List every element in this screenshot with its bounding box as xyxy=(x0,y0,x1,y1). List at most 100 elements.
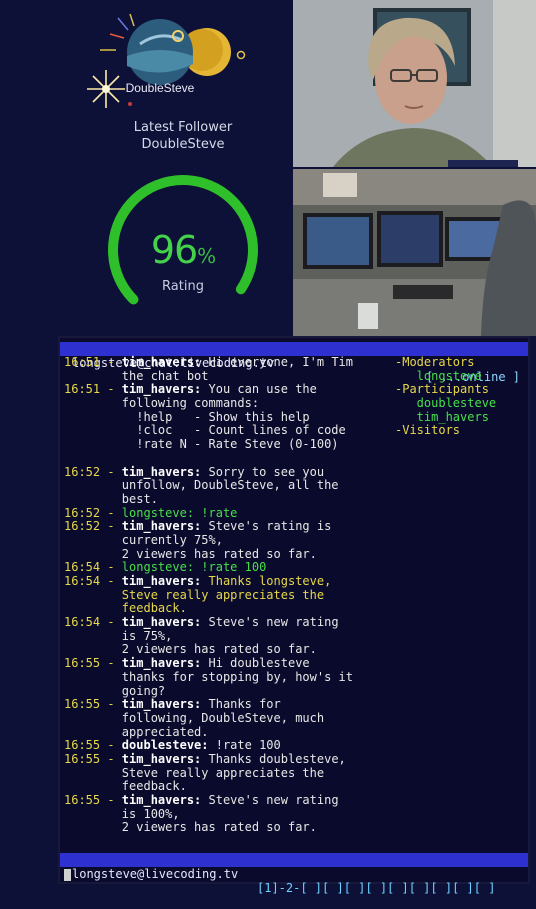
chat-message: 2 viewers has rated so far. xyxy=(64,546,317,561)
chat-line: appreciated. xyxy=(64,724,396,740)
chat-line: 2 viewers has rated so far. xyxy=(64,643,396,657)
chat-message: Steve's rating is xyxy=(201,519,332,534)
chat-line: is 100%, xyxy=(64,806,396,822)
chat-timestamp: 16:52 - xyxy=(64,519,122,534)
chat-timestamp: 16:54 - xyxy=(64,560,122,575)
chat-nick: tim_havers: xyxy=(121,355,202,369)
chat-timestamp: 16:55 - xyxy=(64,738,122,753)
chat-line: 2 viewers has rated so far. xyxy=(64,821,396,835)
chat-nick: tim_havers: xyxy=(121,519,202,534)
chat-line: 16:54 - longsteve: !rate 100 xyxy=(64,560,396,575)
chat-timestamp: 16:54 - xyxy=(64,615,122,630)
chat-message: !rate xyxy=(194,505,238,520)
latest-follower-name: DoubleSteve xyxy=(141,137,225,152)
chat-message: following, DoubleSteve, much xyxy=(64,710,325,725)
chat-line: 2 viewers has rated so far. xyxy=(64,546,396,562)
user-list-item[interactable]: doublesteve xyxy=(395,396,496,411)
chat-line: 16:51 - tim_havers: Hi everyone, I'm Tim xyxy=(64,355,396,370)
chat-message: unfollow, DoubleSteve, all the xyxy=(64,478,339,493)
chat-message: feedback. xyxy=(64,601,187,616)
chat-message: is 100%, xyxy=(64,806,180,821)
chat-timestamp: 16:51 - xyxy=(64,382,122,397)
chat-line: 16:51 - tim_havers: You can use the xyxy=(64,383,396,397)
stream-overlay: DoubleSteve Latest Follower DoubleSteve … xyxy=(0,0,293,336)
chat-nick: tim_havers: xyxy=(121,656,202,671)
user-list-item[interactable]: tim_havers xyxy=(395,410,496,425)
window-list[interactable]: [1]-2-[ ][ ][ ][ ][ ][ ][ ][ ][ ] xyxy=(257,881,495,895)
chat-timestamp: 16:55 - xyxy=(64,697,122,712)
chat-message: currently 75%, xyxy=(64,532,223,547)
chat-line: following, DoubleSteve, much xyxy=(64,710,396,726)
chat-line: 16:55 - tim_havers: Hi doublesteve xyxy=(64,656,396,671)
chat-message: feedback. xyxy=(64,779,187,794)
sun-moon-logo-icon: DoubleSteve xyxy=(87,13,246,108)
chat-nick: tim_havers: xyxy=(121,697,202,712)
chat-message: 2 viewers has rated so far. xyxy=(64,820,317,835)
rating-number: 96 xyxy=(150,228,198,272)
chat-line: !help - Show this help xyxy=(64,409,396,425)
user-list-item[interactable]: longsteve xyxy=(395,369,496,384)
chat-line xyxy=(64,452,396,466)
user-group-header: -Visitors xyxy=(395,423,461,438)
chat-timestamp: 16:52 - xyxy=(64,464,122,479)
input-cursor[interactable] xyxy=(64,869,71,881)
terminal-status-bar: longsteve@livecoding.tv [1]-2-[ ][ ][ ][… xyxy=(60,853,528,895)
chat-timestamp: 16:55 - xyxy=(64,793,122,807)
chat-line: 16:55 - tim_havers: Thanks doublesteve, xyxy=(64,751,396,767)
chat-line: feedback. xyxy=(64,779,396,794)
chat-message: !help - Show this help xyxy=(64,409,310,424)
chat-log: 16:51 - tim_havers: Hi everyone, I'm Tim… xyxy=(64,355,396,835)
chat-line: 16:54 - tim_havers: Thanks longsteve, xyxy=(64,574,396,589)
rating-percent-sign: % xyxy=(197,244,216,268)
webcam-desk-view xyxy=(293,169,536,336)
chat-line: 16:52 - longsteve: !rate xyxy=(64,505,396,521)
chat-message: Steve really appreciates the xyxy=(64,587,325,602)
chat-nick: tim_havers: xyxy=(121,574,202,588)
chat-nick: tim_havers: xyxy=(121,615,202,630)
chat-message: !rate 100 xyxy=(194,560,267,575)
chat-line: feedback. xyxy=(64,602,396,616)
chat-line: best. xyxy=(64,491,396,507)
chat-line: going? xyxy=(64,684,396,699)
chat-message: You can use the xyxy=(201,382,317,397)
terminal-topic-bar: longsteve@chat.livecoding.tv [ ...online… xyxy=(60,342,528,384)
chat-line: 16:55 - doublesteve: !rate 100 xyxy=(64,738,396,753)
chat-message: Hi everyone, I'm Tim xyxy=(201,355,354,369)
chat-line: Steve really appreciates the xyxy=(64,765,396,781)
chat-line: following commands: xyxy=(64,396,396,411)
chat-line: is 75%, xyxy=(64,628,396,644)
chat-message: the chat bot xyxy=(64,368,209,383)
chat-line: 16:54 - tim_havers: Steve's new rating xyxy=(64,615,396,630)
chat-message: thanks for stopping by, how's it xyxy=(64,669,353,684)
irc-terminal: longsteve@chat.livecoding.tv [ ...online… xyxy=(58,336,530,895)
latest-follower-title: Latest Follower xyxy=(133,120,233,135)
chat-line: 16:52 - tim_havers: Sorry to see you xyxy=(64,464,396,480)
chat-line: !cloc - Count lines of code xyxy=(64,424,396,438)
chat-line: the chat bot xyxy=(64,368,396,384)
chat-message: Steve really appreciates the xyxy=(64,765,325,780)
svg-text:DoubleSteve: DoubleSteve xyxy=(126,81,195,95)
chat-line: thanks for stopping by, how's it xyxy=(64,669,396,685)
chat-message: !rate N - Rate Steve (0-100) xyxy=(64,437,339,452)
chat-nick: tim_havers: xyxy=(121,751,202,766)
chat-line: 16:55 - tim_havers: Thanks for xyxy=(64,697,396,712)
status-host: longsteve@livecoding.tv xyxy=(72,867,239,881)
chat-message: Steve's new rating xyxy=(201,793,339,807)
chat-message: Thanks doublesteve, xyxy=(201,751,346,766)
chat-timestamp: 16:54 - xyxy=(64,574,122,588)
rating-label: Rating xyxy=(162,279,204,294)
chat-message: Thanks for xyxy=(201,697,281,712)
chat-nick: tim_havers: xyxy=(121,464,202,479)
chat-line: Steve really appreciates the xyxy=(64,587,396,603)
chat-line: 16:55 - tim_havers: Steve's new rating xyxy=(64,793,396,808)
chat-nick: longsteve: xyxy=(121,505,195,520)
chat-message: appreciated. xyxy=(64,724,209,739)
chat-message: is 75%, xyxy=(64,628,173,643)
desk-setup-image xyxy=(293,169,536,336)
chat-message: best. xyxy=(64,491,158,506)
chat-line: !rate N - Rate Steve (0-100) xyxy=(64,437,396,452)
webcam-face-view xyxy=(293,0,536,167)
chat-timestamp: 16:55 - xyxy=(64,751,122,766)
chat-line: unfollow, DoubleSteve, all the xyxy=(64,478,396,493)
chat-timestamp: 16:55 - xyxy=(64,656,122,671)
